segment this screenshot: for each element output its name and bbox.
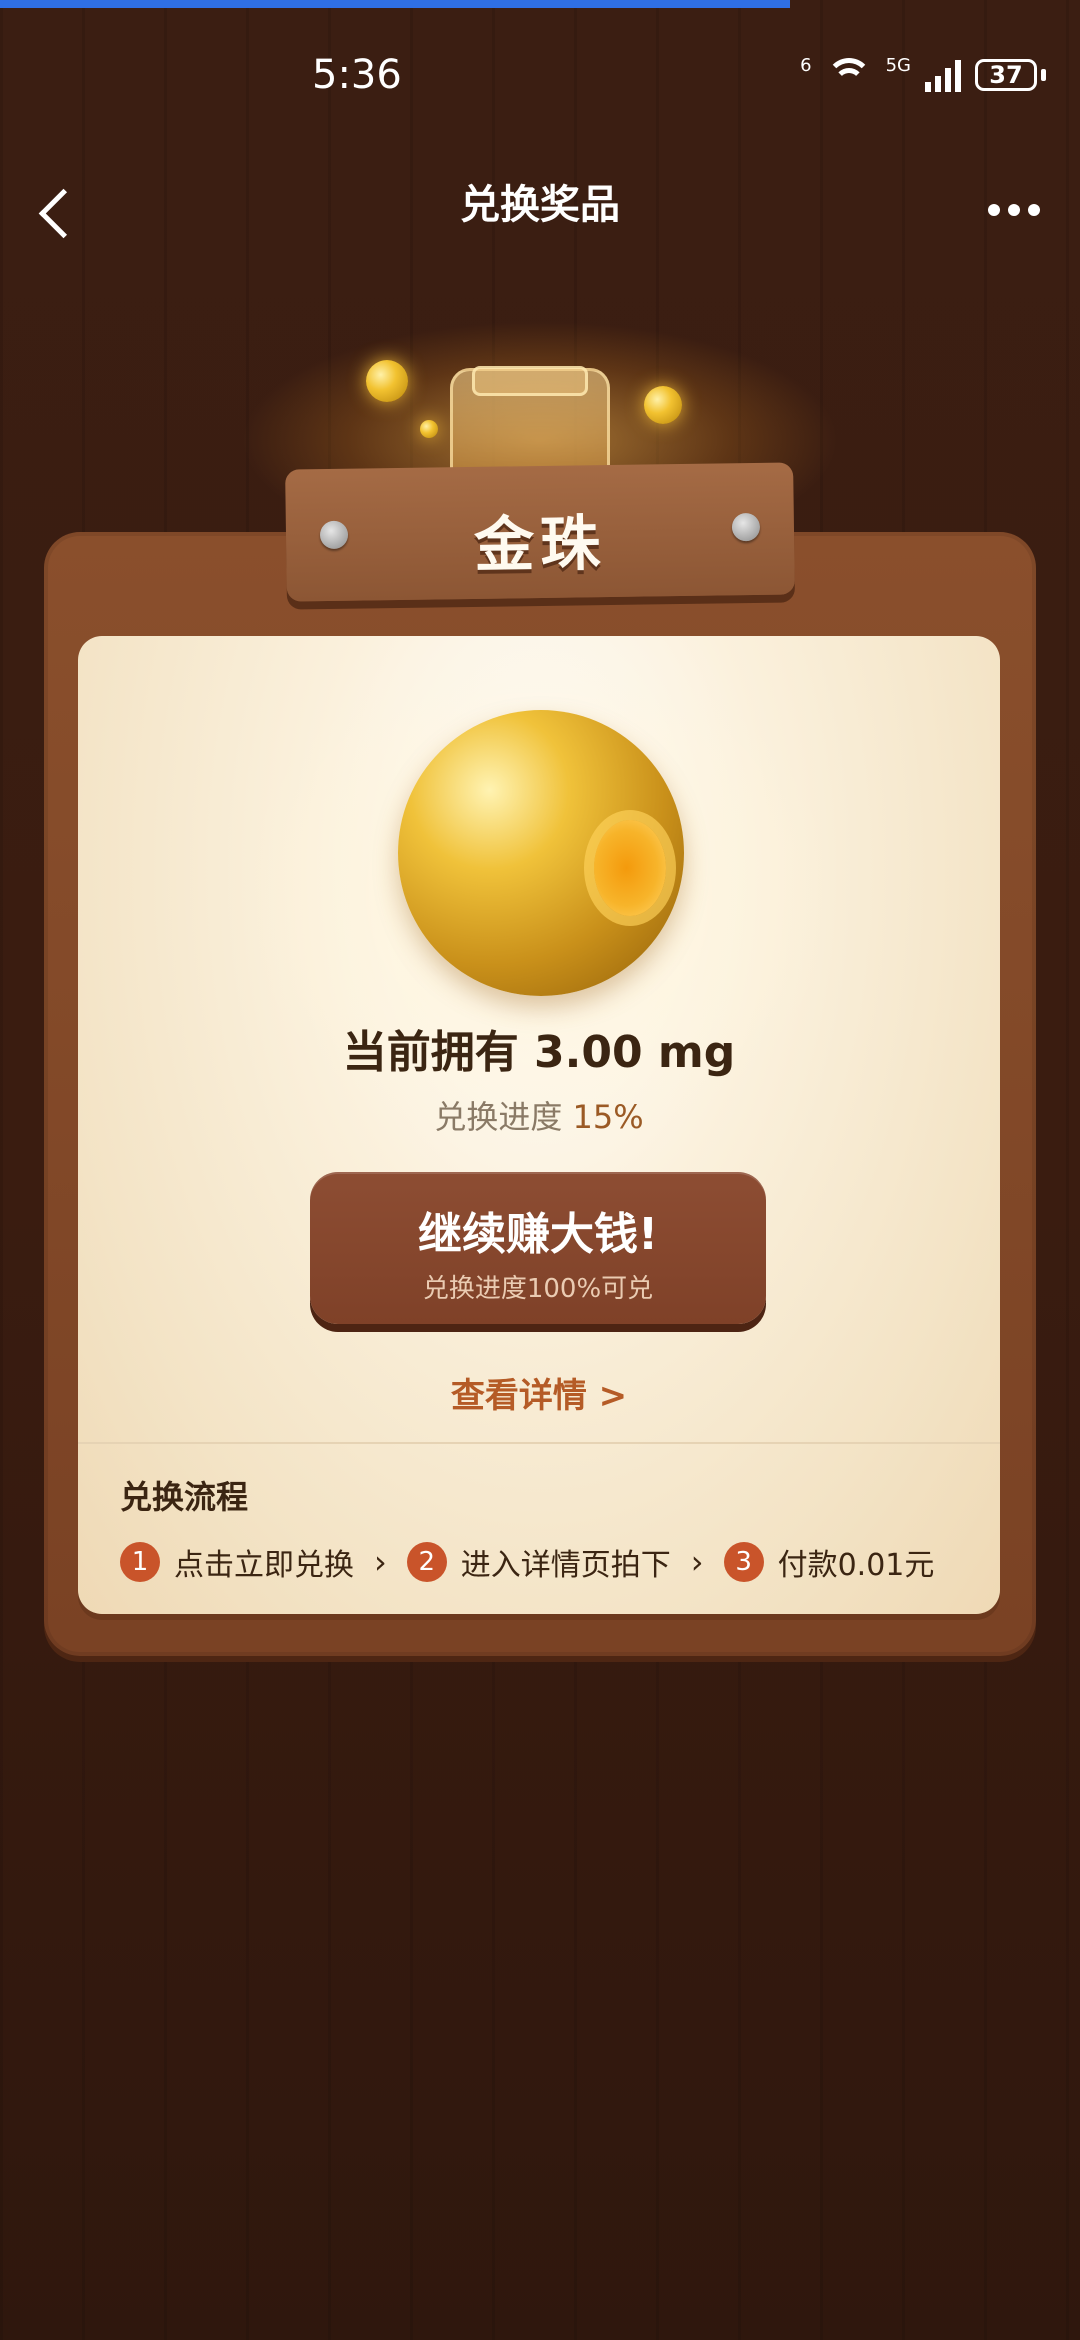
system-progress-strip (0, 0, 790, 8)
page-title: 兑换奖品 (460, 182, 620, 228)
chevron-right-icon: › (374, 1543, 387, 1581)
battery-tip (1041, 69, 1046, 81)
floating-bead-icon (644, 386, 682, 424)
cellular-label: 5G (885, 54, 911, 76)
exchange-progress: 兑换进度 15% (78, 1092, 1000, 1138)
wifi-network-label: 6 (800, 54, 812, 76)
step-label: 付款0.01元 (777, 1548, 935, 1583)
step-number: 1 (120, 1542, 160, 1582)
prize-card: 当前拥有 3.00 mg 兑换进度 15% 继续赚大钱! 兑换进度100%可兑 … (78, 636, 1000, 1614)
wifi-icon (825, 58, 872, 92)
step-label: 进入详情页拍下 (460, 1548, 671, 1583)
floating-bead-icon (366, 360, 408, 402)
status-time: 5:36 (312, 52, 402, 98)
owned-amount: 当前拥有 3.00 mg (342, 1027, 736, 1078)
more-icon[interactable] (988, 204, 1040, 216)
flow-steps: 1 点击立即兑换 › 2 进入详情页拍下 › 3 付款0.01元 (120, 1540, 934, 1584)
progress-value: 15% (572, 1098, 644, 1136)
step-number: 3 (723, 1542, 764, 1582)
view-details-link[interactable]: 查看详情 > (78, 1368, 1000, 1417)
status-icons: 6 5G 37 (800, 54, 1046, 92)
cta-sub-label: 兑换进度100%可兑 (422, 1274, 654, 1304)
prize-sign: 金珠 (285, 462, 795, 602)
chevron-right-icon: › (690, 1543, 704, 1581)
bead-hole (594, 820, 666, 916)
keep-earning-button[interactable]: 继续赚大钱! 兑换进度100%可兑 (310, 1172, 766, 1324)
cta-main-label: 继续赚大钱! (417, 1209, 659, 1260)
step-number: 2 (406, 1542, 447, 1582)
divider (78, 1442, 1000, 1444)
floating-bead-icon (420, 420, 438, 438)
prize-name: 金珠 (473, 509, 607, 581)
flow-title: 兑换流程 (120, 1478, 249, 1516)
step-label: 点击立即兑换 (174, 1548, 354, 1583)
battery-icon: 37 (975, 59, 1037, 91)
jar-neck (472, 366, 588, 396)
gold-bead-icon (398, 710, 684, 996)
progress-label: 兑换进度 (434, 1098, 563, 1136)
signal-icon (925, 58, 961, 92)
